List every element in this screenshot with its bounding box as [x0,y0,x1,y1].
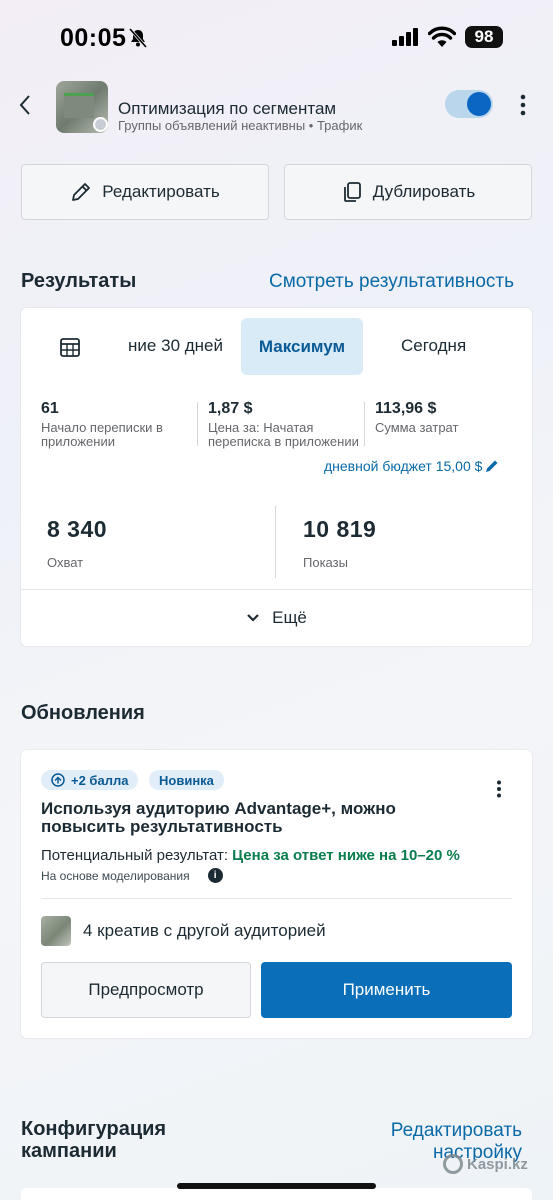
points-badge: +2 балла [41,770,139,790]
arrow-up-circle-icon [51,773,65,787]
campaign-header: Оптимизация по сегментам Группы объявлен… [0,78,553,138]
show-more-label: Ещё [272,608,307,627]
edit-button[interactable]: Редактировать [21,164,269,220]
campaign-active-toggle[interactable] [445,90,493,118]
back-arrow-icon[interactable] [18,92,34,118]
duplicate-button-label: Дублировать [372,182,476,201]
metric-label: Цена за: Начатая переписка в приложении [208,420,359,449]
results-card: ние 30 дней Максимум Сегодня 61 Начало п… [21,308,532,646]
metric-value: 113,96 $ [375,400,437,417]
status-time: 00:05 [60,24,127,52]
more-vertical-icon[interactable] [518,94,528,116]
toggle-knob [467,92,491,116]
metric-cost-per-result: 1,87 $ Цена за: Начатая переписка в прил… [208,400,366,449]
tab-last-30-days[interactable]: ние 30 дней [103,336,223,356]
campaign-subtitle: Группы объявлений неактивны • Трафик [118,118,363,133]
divider [197,402,198,446]
new-badge-label: Новинка [159,772,214,788]
battery-indicator: 98 [465,26,503,48]
impressions-label: Показы [303,555,348,570]
recommendation-headline: Используя аудиторию Advantage+, можно по… [41,799,396,836]
potential-result: Потенциальный результат: Цена за ответ н… [41,847,460,864]
chevron-down-icon [247,614,259,622]
config-card [21,1188,532,1200]
metric-value: 61 [41,400,59,417]
reach-value: 8 340 [47,516,108,542]
view-performance-link[interactable]: Смотреть результативность [269,271,514,293]
daily-budget-link[interactable]: дневной бюджет 15,00 $ [324,458,500,474]
creative-thumbnail [41,916,71,946]
results-title: Результаты [21,270,137,292]
recommendation-card: +2 балла Новинка Используя аудиторию Adv… [21,750,532,1038]
potential-value: Цена за ответ ниже на 10–20 % [232,847,460,864]
metric-conversations: 61 Начало переписки в приложении [41,400,191,449]
wifi-icon [428,26,456,47]
updates-title: Обновления [21,702,145,724]
more-vertical-icon[interactable] [495,780,503,798]
reach-label: Охват [47,555,84,570]
new-badge: Новинка [149,770,224,790]
edit-button-label: Редактировать [102,182,220,201]
pencil-icon [486,460,498,472]
metric-label: Сумма затрат [375,420,459,435]
watermark: Kaspi.kz [443,1154,528,1174]
daily-budget-label: дневной бюджет 15,00 $ [324,458,483,474]
bell-muted-icon [128,28,148,48]
status-dot [93,117,108,132]
duplicate-button[interactable]: Дублировать [284,164,532,220]
apply-button-label: Применить [342,980,431,999]
reach-stat: 8 340 Охват [47,516,107,570]
points-badge-label: +2 балла [71,772,129,788]
watermark-text: Kaspi.kz [467,1155,528,1173]
home-indicator[interactable] [177,1183,376,1189]
campaign-config-title: Конфигурация кампании [21,1118,167,1162]
potential-label: Потенциальный результат: [41,847,228,864]
pencil-icon [72,183,91,201]
tab-today[interactable]: Сегодня [401,336,466,356]
duplicate-icon [343,182,361,202]
preview-button-label: Предпросмотр [88,980,204,999]
show-more-button[interactable]: Ещё [21,590,532,646]
apply-button[interactable]: Применить [261,962,512,1018]
metric-spend: 113,96 $ Сумма затрат [375,400,515,435]
tab-maximum[interactable]: Максимум [241,318,363,375]
campaign-title: Оптимизация по сегментам [118,99,337,118]
creatives-row: 4 креатив с другой аудиторией [41,916,326,946]
divider [364,402,365,446]
impressions-value: 10 819 [303,516,377,542]
preview-button[interactable]: Предпросмотр [41,962,251,1018]
metric-value: 1,87 $ [208,400,253,417]
cellular-signal-icon [392,28,418,46]
metric-label: Начало переписки в приложении [41,420,163,449]
based-on-modeling: На основе моделирования i [41,868,223,883]
divider [275,506,276,578]
impressions-stat: 10 819 Показы [303,516,376,570]
info-icon[interactable]: i [207,868,223,883]
status-bar: 00:05 98 [0,0,553,76]
calendar-icon[interactable] [59,336,81,358]
creatives-label: 4 креатив с другой аудиторией [83,921,326,940]
based-on-label: На основе моделирования [41,868,190,883]
watermark-logo-icon [443,1154,463,1174]
divider [41,898,512,899]
